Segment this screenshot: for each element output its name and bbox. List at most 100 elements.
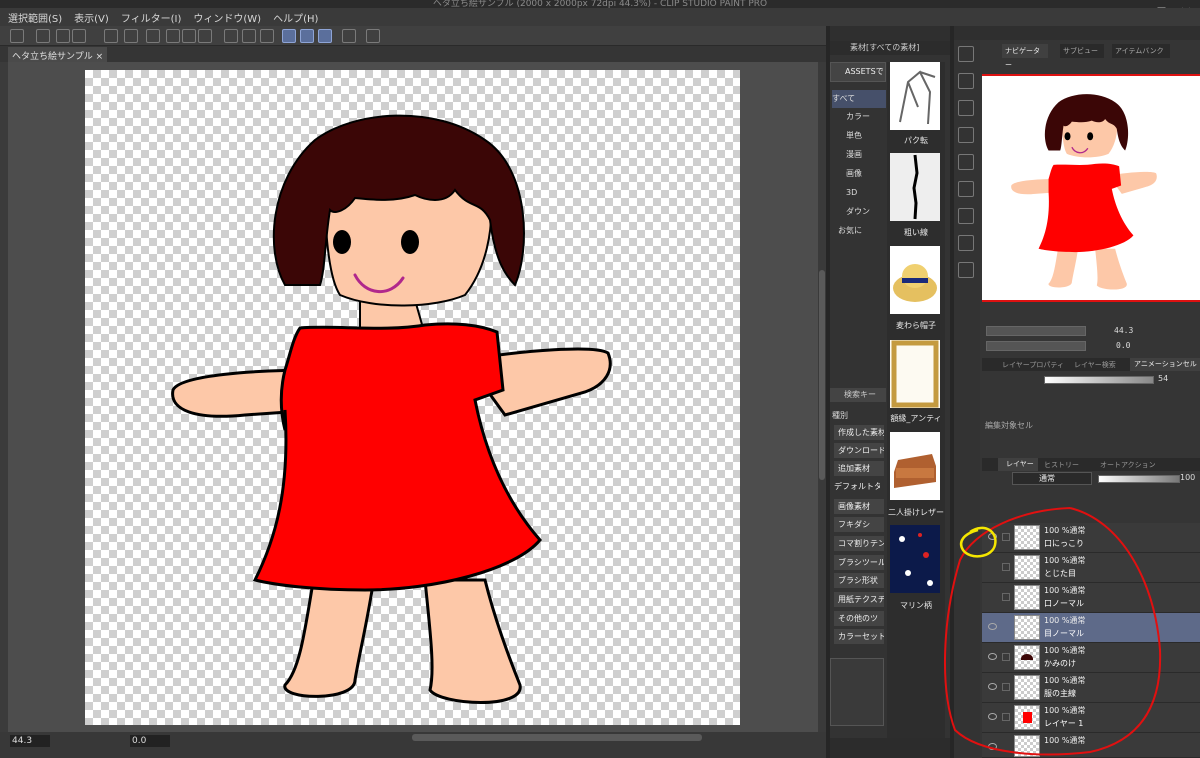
blend-mode-select[interactable]: 通常 bbox=[1012, 472, 1092, 485]
onion-skin-slider[interactable] bbox=[1044, 376, 1154, 384]
menu-bar: 選択範囲(S) 表示(V) フィルター(I) ウィンドウ(W) ヘルプ(H) bbox=[0, 8, 1200, 26]
material-thumb-backflip[interactable] bbox=[890, 62, 940, 130]
menu-select[interactable]: 選択範囲(S) bbox=[8, 10, 62, 25]
zoom-field[interactable]: 44.3 bbox=[10, 735, 50, 747]
help-icon[interactable] bbox=[366, 29, 380, 43]
navigator-preview[interactable] bbox=[982, 74, 1200, 302]
tab-layer[interactable]: レイヤー bbox=[998, 458, 1038, 471]
fill-icon[interactable] bbox=[182, 29, 196, 43]
tree-item-manga[interactable]: 漫画 bbox=[832, 146, 886, 164]
material-label: パク転 bbox=[904, 136, 928, 145]
tree-item-all[interactable]: すべて bbox=[832, 90, 886, 108]
tag-item[interactable]: ブラシ形状 bbox=[834, 573, 884, 588]
red-circle-annotation bbox=[944, 507, 1162, 756]
material-thumb-sofa[interactable] bbox=[890, 432, 940, 500]
scrollbar-thumb[interactable] bbox=[819, 270, 825, 480]
material-search-input[interactable]: 検索キー bbox=[830, 388, 886, 402]
tag-item[interactable]: 追加素材 bbox=[834, 461, 884, 476]
undo-icon[interactable] bbox=[104, 29, 118, 43]
nav-rotation-value: 0.0 bbox=[1116, 341, 1131, 350]
snap-grid-icon[interactable] bbox=[318, 29, 332, 43]
tree-item-3d[interactable]: 3D bbox=[832, 184, 886, 202]
deselect-icon[interactable] bbox=[224, 29, 238, 43]
tag-item[interactable]: 用紙テクスチャ bbox=[834, 592, 884, 607]
tree-item-mono[interactable]: 単色 bbox=[832, 127, 886, 145]
material-label: 粗い線 bbox=[904, 228, 928, 237]
opacity-value: 100 bbox=[1180, 473, 1196, 482]
transform-icon[interactable] bbox=[198, 29, 212, 43]
tag-item[interactable]: その他のツ bbox=[834, 611, 884, 626]
opacity-slider[interactable] bbox=[1098, 475, 1180, 483]
redo-icon[interactable] bbox=[124, 29, 138, 43]
tab-itembank[interactable]: アイテムバンク bbox=[1112, 44, 1170, 58]
panel-icon[interactable] bbox=[958, 154, 974, 170]
save-icon[interactable] bbox=[72, 29, 86, 43]
tree-item-favorite[interactable]: お気に bbox=[832, 222, 886, 240]
menu-view[interactable]: 表示(V) bbox=[74, 10, 109, 25]
invert-selection-icon[interactable] bbox=[242, 29, 256, 43]
zoom-slider[interactable] bbox=[986, 326, 1086, 336]
material-panel-title: 素材[すべての素材] bbox=[830, 41, 950, 55]
tab-subview[interactable]: サブビュー bbox=[1060, 44, 1104, 58]
clip-studio-icon[interactable] bbox=[10, 29, 24, 43]
snap-ruler-icon[interactable] bbox=[282, 29, 296, 43]
kind-label: 種別 bbox=[832, 411, 848, 420]
character-illustration bbox=[171, 114, 612, 704]
menu-filter[interactable]: フィルター(I) bbox=[121, 10, 182, 25]
window-title: ヘタ立ち絵サンプル (2000 x 2000px 72dpi 44.3%) - … bbox=[0, 0, 1200, 8]
document-tab[interactable]: ヘタ立ち絵サンプル × bbox=[8, 47, 108, 62]
nav-zoom-value: 44.3 bbox=[1114, 326, 1134, 335]
yellow-circle-annotation bbox=[959, 526, 997, 558]
rotation-field[interactable]: 0.0 bbox=[130, 735, 170, 747]
edit-cel-label: 編集対象セル bbox=[985, 421, 1033, 430]
tag-item[interactable]: デフォルトタ bbox=[830, 479, 880, 494]
tree-item-image[interactable]: 画像 bbox=[832, 165, 886, 183]
panel-icon[interactable] bbox=[958, 262, 974, 278]
show-selection-icon[interactable] bbox=[260, 29, 274, 43]
tab-bar: ヘタ立ち絵サンプル × bbox=[0, 46, 826, 62]
window-controls[interactable] bbox=[1120, 0, 1200, 15]
tab-animation-cel[interactable]: アニメーションセル bbox=[1130, 358, 1200, 371]
tag-item[interactable]: ダウンロード bbox=[834, 443, 884, 458]
menu-window[interactable]: ウィンドウ(W) bbox=[193, 10, 261, 25]
tag-item[interactable]: 画像素材 bbox=[834, 499, 884, 514]
menu-help[interactable]: ヘルプ(H) bbox=[273, 10, 318, 25]
left-eye bbox=[333, 230, 351, 254]
tab-history[interactable]: ヒストリー bbox=[1044, 460, 1079, 470]
close-icon[interactable] bbox=[958, 127, 974, 143]
rotation-slider[interactable] bbox=[986, 341, 1086, 351]
snap-special-ruler-icon[interactable] bbox=[300, 29, 314, 43]
tag-item[interactable]: フキダシ bbox=[834, 517, 884, 532]
tag-item[interactable]: 作成した素材 bbox=[834, 425, 884, 440]
tag-item[interactable]: カラーセット bbox=[834, 629, 884, 644]
layer-panel-icon[interactable] bbox=[958, 73, 974, 89]
panel-icon[interactable] bbox=[958, 235, 974, 251]
material-thumb-frame[interactable] bbox=[890, 340, 940, 408]
panel-icon[interactable] bbox=[958, 100, 974, 116]
tag-item[interactable]: ブラシツール bbox=[834, 555, 884, 570]
tag-item[interactable]: コマ割りテン bbox=[834, 536, 884, 551]
material-thumb-straw-hat[interactable] bbox=[890, 246, 940, 314]
tree-item-color[interactable]: カラー bbox=[832, 108, 886, 126]
assets-button[interactable]: ASSETSで bbox=[830, 62, 886, 82]
tab-layer-property[interactable]: レイヤープロパティ bbox=[1002, 360, 1064, 370]
loading-icon[interactable] bbox=[146, 29, 160, 43]
navigator-controls: 44.3 0.0 bbox=[982, 322, 1200, 354]
panel-icon[interactable] bbox=[958, 181, 974, 197]
search-icon[interactable] bbox=[958, 46, 974, 62]
clear-icon[interactable] bbox=[166, 29, 180, 43]
panel-icon[interactable] bbox=[958, 208, 974, 224]
material-thumb-rough-line[interactable] bbox=[890, 153, 940, 221]
navigator-thumbnail bbox=[1011, 94, 1157, 290]
tab-layer-search[interactable]: レイヤー検索 bbox=[1074, 360, 1116, 370]
red-dress bbox=[252, 322, 542, 592]
tree-item-download[interactable]: ダウン bbox=[832, 203, 886, 221]
open-file-icon[interactable] bbox=[56, 29, 70, 43]
drawing-canvas[interactable] bbox=[85, 70, 740, 725]
tool-strip bbox=[0, 62, 8, 742]
tab-auto-action[interactable]: オートアクション bbox=[1100, 460, 1156, 470]
new-file-icon[interactable] bbox=[36, 29, 50, 43]
canvas-horizontal-scrollbar[interactable] bbox=[412, 734, 702, 741]
tab-navigator[interactable]: ナビゲーター bbox=[1002, 44, 1048, 69]
page-manager-icon[interactable] bbox=[342, 29, 356, 43]
